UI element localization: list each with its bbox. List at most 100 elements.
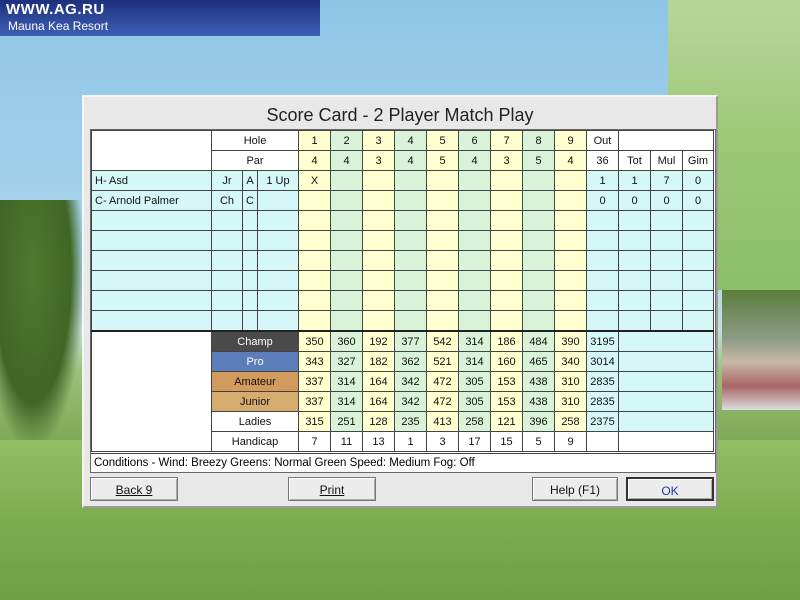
yardage: 5 [522,431,555,452]
yardage: 186 [490,330,523,352]
back-9-button[interactable]: Back 9 [90,477,178,501]
yardage: 465 [522,351,555,372]
tee-label[interactable]: Amateur [211,371,299,392]
blank-tee-right [618,391,714,412]
player-level: A [242,170,258,191]
yardage: 362 [394,351,427,372]
player-name[interactable]: C- Arnold Palmer [91,190,212,211]
player-level: C [242,190,258,211]
hole-score [394,210,427,231]
blank-tee-right [618,330,714,352]
par-value: 5 [426,150,459,171]
player-row [91,230,714,251]
out-score [586,270,619,291]
conditions-text: Conditions - Wind: Breezy Greens: Normal… [91,453,715,472]
yardage: 314 [458,330,491,352]
mul-label: Mul [650,150,683,171]
hole-score [522,210,555,231]
tee-label[interactable]: Junior [211,391,299,412]
ok-button[interactable]: OK [626,477,714,501]
player-name[interactable] [91,250,212,271]
hole-score [362,190,395,211]
hole-score [298,230,331,251]
yardage: 258 [554,411,587,432]
tee-label[interactable]: Handicap [211,431,299,452]
tot-score: 0 [618,190,651,211]
yardage: 472 [426,371,459,392]
mul-score [650,290,683,311]
hole-score [458,270,491,291]
gim-score [682,290,714,311]
yardage: 327 [330,351,363,372]
yardage: 13 [362,431,395,452]
hole-number: 6 [458,130,491,151]
help-button[interactable]: Help (F1) [532,477,618,501]
blank-tee-right [618,411,714,432]
yardage: 310 [554,371,587,392]
player-name[interactable] [91,230,212,251]
tee-label[interactable]: Champ [211,330,299,352]
hole-score [394,170,427,191]
out-label: Out [586,130,619,151]
hole-score [362,170,395,191]
hole-score [490,210,523,231]
hole-score [554,310,587,332]
tot-score [618,230,651,251]
print-button[interactable]: Print [288,477,376,501]
hole-score [554,290,587,311]
hole-score [490,270,523,291]
yardage: 350 [298,330,331,352]
yardage: 314 [330,391,363,412]
player-name[interactable] [91,310,212,332]
hole-score [490,290,523,311]
hole-score [458,190,491,211]
hole-score [458,250,491,271]
yardage: 310 [554,391,587,412]
gim-score [682,250,714,271]
mul-score [650,210,683,231]
out-score: 1 [586,170,619,191]
out-score [586,290,619,311]
par-value: 4 [330,150,363,171]
tee-label[interactable]: Pro [211,351,299,372]
player-status [257,310,299,332]
yardage: 305 [458,391,491,412]
player-tee [211,270,243,291]
hole-score [362,310,395,332]
ok-label: OK [661,484,679,498]
player-tee [211,210,243,231]
tee-out: 2835 [586,371,619,392]
hole-score [458,230,491,251]
player-name[interactable] [91,210,212,231]
resort-name: Mauna Kea Resort [8,19,109,33]
hole-score [330,250,363,271]
blank-corner [91,130,212,171]
hole-score [554,250,587,271]
yardage: 11 [330,431,363,452]
player-status [257,290,299,311]
hole-score [522,310,555,332]
tee-label[interactable]: Ladies [211,411,299,432]
hole-score [426,290,459,311]
par-value: 3 [490,150,523,171]
out-score [586,250,619,271]
yardage: 160 [490,351,523,372]
hole-score [330,210,363,231]
player-status [257,190,299,211]
yardage: 484 [522,330,555,352]
player-name[interactable] [91,290,212,311]
player-name[interactable] [91,270,212,291]
hole-row: Hole 1 2 3 4 5 6 7 8 9 Out [91,130,714,171]
site-banner: WWW.AG.RU Mauna Kea Resort [0,0,320,36]
yardage: 128 [362,411,395,432]
yardage: 164 [362,371,395,392]
player-tee [211,290,243,311]
yardage: 438 [522,371,555,392]
hole-score [458,170,491,191]
hole-number: 1 [298,130,331,151]
player-name[interactable]: H- Asd [91,170,212,191]
yardage: 258 [458,411,491,432]
hole-number: 2 [330,130,363,151]
mul-score: 7 [650,170,683,191]
yardage: 3 [426,431,459,452]
